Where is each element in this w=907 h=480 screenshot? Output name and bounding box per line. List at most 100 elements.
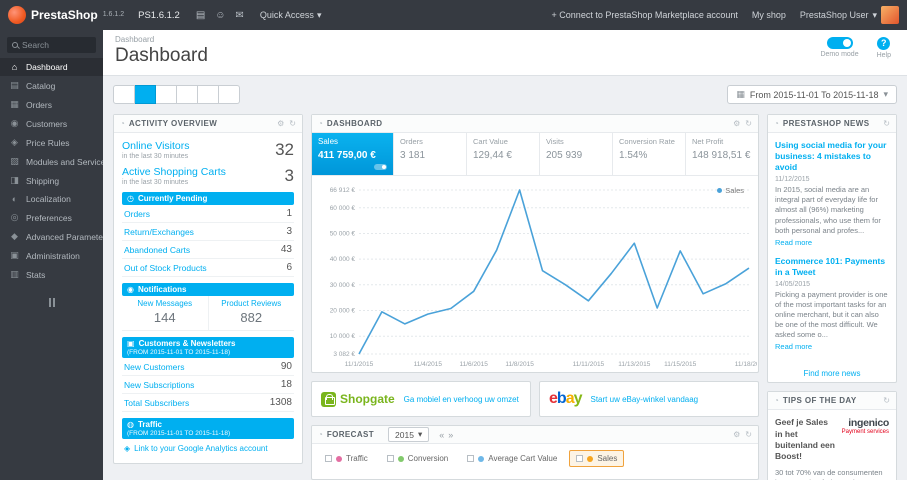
- refresh-icon[interactable]: ↻: [745, 119, 752, 128]
- gear-icon[interactable]: ⚙: [733, 119, 740, 128]
- administration-icon: ▣: [10, 250, 19, 260]
- orders-notification-icon[interactable]: ▤: [196, 10, 205, 21]
- shopgate-link[interactable]: Ga mobiel en verhoog uw omzet: [404, 395, 519, 404]
- sidebar-item[interactable]: ◆ Advanced Parameters: [0, 227, 103, 246]
- sidebar-search: [7, 37, 96, 53]
- gear-icon[interactable]: ⚙: [733, 430, 740, 439]
- quick-access-menu[interactable]: Quick Access ▾: [260, 10, 322, 21]
- metric-toggle[interactable]: [374, 164, 387, 170]
- price-rules-icon: ◈: [11, 137, 18, 147]
- ebay-link[interactable]: Start uw eBay-winkel vandaag: [591, 395, 699, 404]
- sidebar-item[interactable]: ▦ Orders: [0, 95, 103, 114]
- filter-row: ▦ From 2015-11-01 To 2015-11-18 ▾: [113, 85, 897, 104]
- content: ▦ From 2015-11-01 To 2015-11-18 ▾ ◔ ACTI…: [103, 76, 907, 480]
- forecast-legend-item[interactable]: Sales: [569, 450, 625, 467]
- pending-label[interactable]: Out of Stock Products: [124, 263, 207, 273]
- refresh-icon[interactable]: ↻: [745, 430, 752, 439]
- sidebar-item[interactable]: ◉ Customers: [0, 114, 103, 133]
- active-carts-sub: in the last 30 minutes: [122, 179, 189, 186]
- forecast-legend-item[interactable]: Average Cart Value: [460, 450, 564, 467]
- help-button[interactable]: ?: [877, 37, 891, 50]
- sidebar-item[interactable]: ◨ Shipping: [0, 171, 103, 190]
- sidebar-item[interactable]: ▤ Catalog: [0, 76, 103, 95]
- period-filter-button[interactable]: [135, 85, 156, 104]
- metric-tab[interactable]: Net Profit 148 918,51 €: [686, 133, 758, 175]
- customers-row-label[interactable]: Total Subscribers: [124, 398, 189, 408]
- metric-tab[interactable]: Conversion Rate 1.54%: [613, 133, 686, 175]
- read-more-link[interactable]: Read more: [775, 342, 889, 351]
- metric-tab[interactable]: Orders 3 181: [394, 133, 467, 175]
- pending-label[interactable]: Abandoned Carts: [124, 245, 190, 255]
- period-filter-button[interactable]: [177, 85, 198, 104]
- previous-year-button[interactable]: «: [439, 430, 444, 440]
- metric-value: 129,44 €: [473, 150, 512, 161]
- notification-label[interactable]: Product Reviews: [209, 299, 295, 308]
- search-icon: [12, 42, 18, 48]
- metric-tab[interactable]: Sales 411 759,00 €: [312, 133, 394, 175]
- forecast-panel-header: ◔ FORECAST 2015 ▾ « » ⚙ ↻: [312, 426, 758, 444]
- next-year-button[interactable]: »: [448, 430, 453, 440]
- sidebar-item[interactable]: ◎ Preferences: [0, 208, 103, 227]
- read-more-link[interactable]: Read more: [775, 238, 889, 247]
- user-menu[interactable]: PrestaShop User ▾: [800, 6, 899, 24]
- panel-icon: ◔: [318, 430, 323, 439]
- checkbox[interactable]: [325, 455, 332, 462]
- forecast-year-select[interactable]: 2015 ▾: [388, 427, 430, 442]
- sidebar-item[interactable]: ◈ Price Rules: [0, 133, 103, 152]
- forecast-body: Traffic Conversion Average Cart Value Sa…: [312, 444, 758, 473]
- shop-name-link[interactable]: PS1.6.1.2: [138, 10, 180, 21]
- sidebar-item[interactable]: ▣ Administration: [0, 246, 103, 265]
- collapse-menu-button[interactable]: [48, 298, 55, 307]
- avatar: [881, 6, 899, 24]
- article-title[interactable]: Ecommerce 101: Payments in a Tweet: [775, 256, 889, 278]
- forecast-legend-item[interactable]: Conversion: [380, 450, 455, 467]
- refresh-icon[interactable]: ↻: [289, 119, 296, 128]
- online-visitors-link[interactable]: Online Visitors: [122, 140, 190, 152]
- metric-tab[interactable]: Visits 205 939: [540, 133, 613, 175]
- search-input[interactable]: [22, 40, 91, 50]
- forecast-legend-item[interactable]: Traffic: [318, 450, 375, 467]
- period-filter-button[interactable]: [198, 85, 219, 104]
- customers-notification-icon[interactable]: ☺: [215, 10, 225, 21]
- pending-row: Return/Exchanges 3: [122, 223, 294, 241]
- messages-notification-icon[interactable]: ✉: [236, 10, 244, 21]
- notification-label[interactable]: New Messages: [122, 299, 208, 308]
- preferences-icon: ◎: [10, 212, 19, 222]
- checkbox[interactable]: [386, 455, 394, 462]
- sidebar-item[interactable]: ▧ Modules and Services: [0, 152, 103, 171]
- pending-row: Orders 1: [122, 205, 294, 223]
- series-color-dot: [478, 455, 485, 462]
- date-range-button[interactable]: ▦ From 2015-11-01 To 2015-11-18 ▾: [727, 85, 897, 104]
- svg-text:10 000 €: 10 000 €: [330, 333, 356, 340]
- gear-icon[interactable]: ⚙: [277, 119, 284, 128]
- period-filter-button[interactable]: [219, 85, 240, 104]
- period-filter-button[interactable]: [113, 85, 135, 104]
- pending-label[interactable]: Return/Exchanges: [124, 227, 194, 237]
- tips-headline: Geef je Sales in het buitenland een Boos…: [775, 417, 835, 461]
- notification-value: 882: [240, 310, 263, 325]
- checkbox[interactable]: [576, 455, 584, 462]
- demo-mode-toggle[interactable]: [826, 37, 853, 49]
- refresh-icon[interactable]: ↻: [883, 119, 890, 128]
- customers-row-label[interactable]: New Customers: [124, 362, 184, 372]
- metric-tab[interactable]: Cart Value 129,44 €: [467, 133, 540, 175]
- google-analytics-link[interactable]: ◈ Link to your Google Analytics account: [122, 439, 294, 458]
- sidebar-item[interactable]: ⌂ Dashboard: [0, 58, 103, 76]
- period-filter-button[interactable]: [156, 85, 177, 104]
- my-shop-link[interactable]: My shop: [752, 10, 786, 20]
- prestashop-logo[interactable]: PrestaShop 1.6.1.2: [8, 6, 124, 24]
- article-title[interactable]: Using social media for your business: 4 …: [775, 140, 889, 173]
- checkbox[interactable]: [467, 455, 475, 462]
- sidebar-item-label: Advanced Parameters: [26, 231, 103, 242]
- svg-text:11/4/2015: 11/4/2015: [414, 361, 443, 368]
- customers-row-label[interactable]: New Subscriptions: [124, 380, 194, 390]
- sidebar-item[interactable]: ▥ Stats: [0, 265, 103, 284]
- find-more-news-link[interactable]: Find more news: [768, 367, 896, 382]
- refresh-icon[interactable]: ↻: [883, 396, 890, 405]
- sidebar-item[interactable]: ◐ Localization: [0, 190, 103, 208]
- page-title: Dashboard: [115, 45, 208, 66]
- pending-label[interactable]: Orders: [124, 209, 150, 219]
- tips-panel-header: ◔ TIPS OF THE DAY ↻: [768, 392, 896, 411]
- active-carts-link[interactable]: Active Shopping Carts: [122, 166, 226, 178]
- marketplace-link[interactable]: + Connect to PrestaShop Marketplace acco…: [552, 10, 738, 20]
